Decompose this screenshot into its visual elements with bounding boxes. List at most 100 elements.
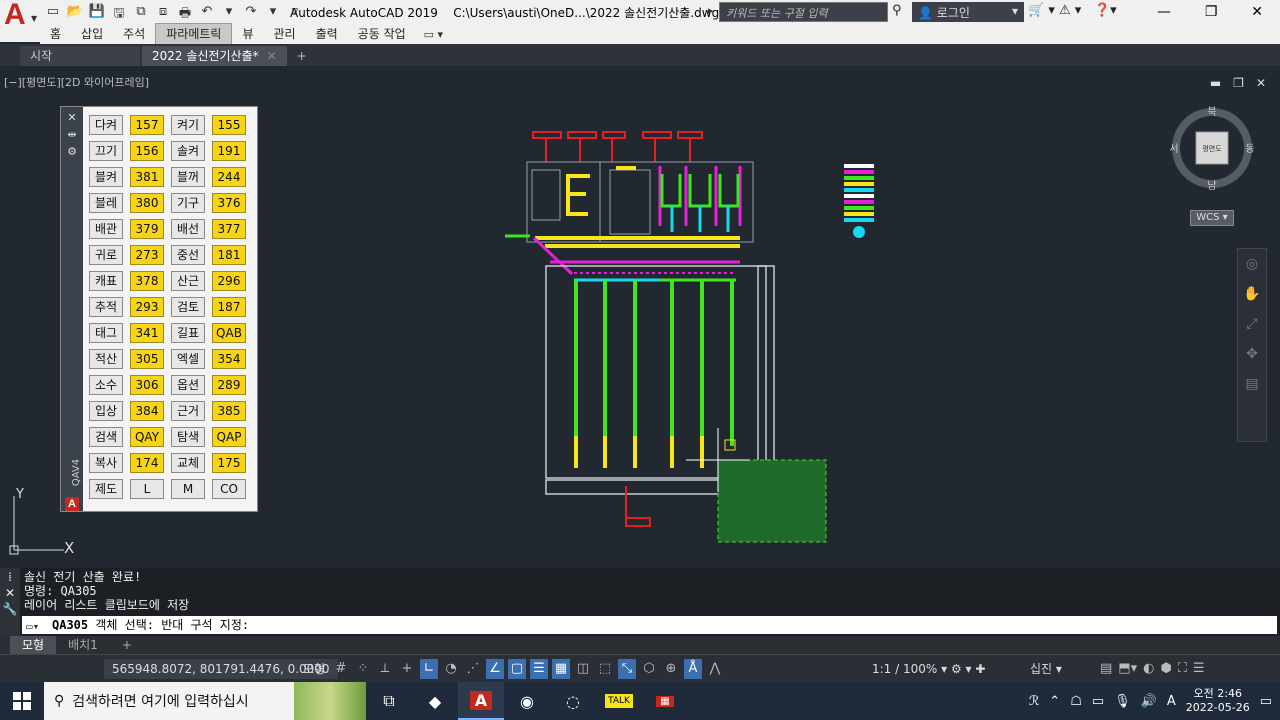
help-icon[interactable]: ❓▾ [1094, 3, 1117, 18]
palette-autohide-icon[interactable]: ⇹ [61, 128, 83, 141]
palette-button[interactable]: 배관 [89, 219, 123, 239]
palette-button[interactable]: 탐색 [171, 427, 205, 447]
login-button[interactable]: 👤 로그인 ▾ [912, 2, 1024, 22]
tab-parametric[interactable]: 파라메트릭 [155, 23, 233, 45]
taskbar-kakaotalk-icon[interactable]: TALK [596, 682, 642, 720]
viewport-controls-label[interactable]: [−][평면도][2D 와이어프레임] [4, 74, 149, 90]
palette-button[interactable]: 175 [212, 453, 246, 473]
hardware-acceleration-icon[interactable]: ⬢ [1160, 659, 1171, 679]
palette-button[interactable]: 길표 [171, 323, 205, 343]
palette-settings-icon[interactable]: ⚙ [61, 145, 83, 158]
viewcube[interactable]: 평면도 북 남 동 서 [1170, 106, 1254, 190]
steering-wheel-icon[interactable]: ◎ [1238, 249, 1266, 279]
command-close-icon[interactable]: ✕ [0, 586, 20, 600]
palette-button[interactable]: 교체 [171, 453, 205, 473]
tab-output[interactable]: 출력 [306, 24, 348, 44]
palette-button[interactable]: 181 [212, 245, 246, 265]
binoculars-icon[interactable]: ⚲ [892, 3, 902, 18]
palette-button[interactable]: 산근 [171, 271, 205, 291]
palette-button[interactable]: 엑셀 [171, 349, 205, 369]
compass-north[interactable]: 북 [1207, 106, 1216, 118]
new-tab-icon[interactable]: + [289, 46, 315, 66]
palette-button[interactable]: 끄기 [89, 141, 123, 161]
orbit-icon[interactable]: ✥ [1238, 339, 1266, 369]
palette-button[interactable]: 384 [130, 401, 164, 421]
palette-button[interactable]: 378 [130, 271, 164, 291]
selection-cycling-icon[interactable]: ◫ [574, 659, 592, 679]
palette-button[interactable]: 379 [130, 219, 164, 239]
palette-button[interactable]: QAP [212, 427, 246, 447]
close-icon[interactable]: ✕ [1251, 4, 1263, 20]
palette-button[interactable]: 381 [130, 167, 164, 187]
palette-button[interactable]: 적산 [89, 349, 123, 369]
tab-collaborate[interactable]: 공동 작업 [348, 24, 416, 44]
palette-button[interactable]: 155 [212, 115, 246, 135]
units-dropdown[interactable]: 십진 ▾ [1030, 659, 1062, 679]
minimize-icon[interactable]: — [1157, 4, 1171, 20]
tab-view[interactable]: 뷰 [232, 24, 263, 44]
grid-icon[interactable]: # [332, 659, 350, 679]
polar-icon[interactable]: ◔ [442, 659, 460, 679]
network-icon[interactable]: ☖ [1070, 694, 1082, 709]
palette-button[interactable]: 근거 [171, 401, 205, 421]
taskbar-edge-icon[interactable]: ◌ [550, 682, 596, 720]
save-as-icon[interactable]: 🖫 [110, 4, 128, 26]
object-snap-tracking-icon[interactable]: ∠ [486, 659, 504, 679]
palette-button[interactable]: 296 [212, 271, 246, 291]
palette-button[interactable]: 기구 [171, 193, 205, 213]
command-grip-icon[interactable]: ⁞ [0, 570, 20, 584]
palette-button[interactable]: QAB [212, 323, 246, 343]
lock-ui-icon[interactable]: ⬒▾ [1118, 659, 1137, 679]
compass-west[interactable]: 서 [1170, 143, 1179, 155]
customization-icon[interactable]: ☰ [1193, 659, 1205, 679]
snap-icon[interactable]: ⁘ [354, 659, 372, 679]
taskbar-clock[interactable]: 오전 2:46 2022-05-26 [1186, 687, 1250, 715]
model-space-button[interactable]: 모형 [303, 659, 325, 679]
tab-manage[interactable]: 관리 [263, 24, 305, 44]
palette-button[interactable]: CO [212, 479, 246, 499]
annotation-visibility-icon[interactable]: Å [684, 659, 702, 679]
close-tab-icon[interactable]: ✕ [267, 49, 277, 63]
pan-icon[interactable]: ✋ [1238, 279, 1266, 309]
palette-button[interactable]: 제도 [89, 479, 123, 499]
taskbar-search-box[interactable]: ⚲ 검색하려면 여기에 입력하십시 [44, 682, 294, 720]
microphone-icon[interactable]: 🎙 [1114, 694, 1131, 709]
redo-dropdown-icon[interactable]: ▾ [264, 4, 282, 26]
palette-button[interactable]: 태그 [89, 323, 123, 343]
compass-south[interactable]: 남 [1207, 180, 1216, 190]
drawing-viewport[interactable]: [−][평면도][2D 와이어프레임] ▬ ❐ ✕ ✕ ⇹ ⚙ QAV4 A 다… [0, 66, 1280, 568]
palette-button[interactable]: 385 [212, 401, 246, 421]
taskbar-autocad-icon[interactable]: A [458, 682, 504, 720]
isolate-objects-icon[interactable]: ◐ [1143, 659, 1154, 679]
ribbon-minimize-icon[interactable]: ▭ ▾ [424, 28, 443, 41]
command-customize-icon[interactable]: 🔧 [0, 602, 20, 616]
transparency-icon[interactable]: ▦ [552, 659, 570, 679]
redo-icon[interactable]: ↷ [242, 4, 260, 26]
auto-scale-icon[interactable]: ⋀ [706, 659, 724, 679]
showmotion-icon[interactable]: ▤ [1238, 369, 1266, 399]
web-open-icon[interactable]: ⧉ [132, 4, 150, 26]
notifications-icon[interactable]: ▭ [1260, 694, 1272, 709]
viewport-restore-icon[interactable]: ❐ [1233, 76, 1244, 90]
tab-model[interactable]: 모형 [10, 636, 57, 654]
dynamic-input-icon[interactable]: + [398, 659, 416, 679]
tab-annotate[interactable]: 주석 [113, 24, 155, 44]
lineweight-icon[interactable]: ☰ [530, 659, 548, 679]
palette-button[interactable]: 354 [212, 349, 246, 369]
palette-button[interactable]: 블레 [89, 193, 123, 213]
palette-button[interactable]: 귀로 [89, 245, 123, 265]
new-file-icon[interactable]: ▭ [44, 4, 62, 26]
palette-close-icon[interactable]: ✕ [61, 111, 83, 124]
annotation-scale-dropdown[interactable]: 1:1 / 100% ▾ ⚙ ▾ ✚ [872, 659, 985, 679]
palette-button[interactable]: 305 [130, 349, 164, 369]
palette-button[interactable]: L [130, 479, 164, 499]
palette-button[interactable]: 입상 [89, 401, 123, 421]
palette-button[interactable]: 289 [212, 375, 246, 395]
palette-button[interactable]: 380 [130, 193, 164, 213]
keyword-search-input[interactable]: 키워드 또는 구절 입력 [719, 2, 888, 22]
search-highlight-image[interactable] [294, 682, 366, 720]
taskbar-app2-icon[interactable]: ▦ [642, 682, 688, 720]
selection-filter-icon[interactable]: ⬡ [640, 659, 658, 679]
application-menu-button[interactable]: A ▼ [0, 0, 40, 42]
palette-button[interactable]: 블켜 [89, 167, 123, 187]
